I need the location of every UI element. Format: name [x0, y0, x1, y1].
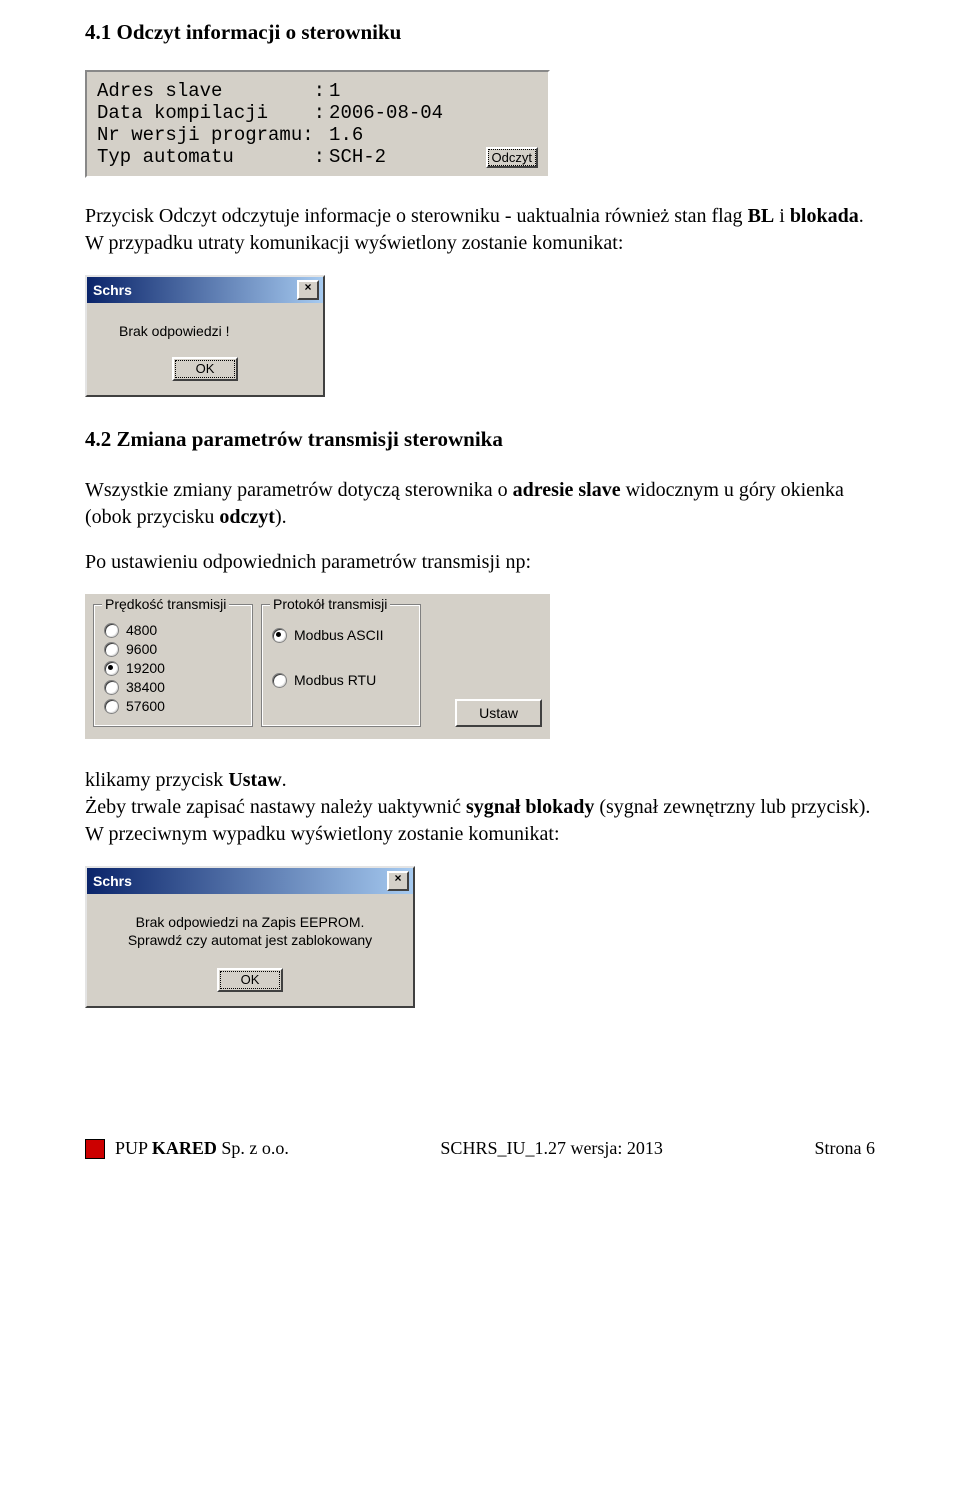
info-key: Adres slave : — [97, 80, 325, 102]
radio-icon — [104, 623, 119, 638]
info-val: SCH-2 — [325, 146, 443, 168]
text: . — [282, 769, 287, 791]
dialog-titlebar: Schrs × — [87, 277, 323, 303]
radio-icon — [104, 680, 119, 695]
radio-modbus-rtu[interactable]: Modbus RTU — [272, 672, 410, 688]
radio-icon — [272, 628, 287, 643]
text: klikamy przycisk — [85, 769, 228, 791]
close-icon[interactable]: × — [297, 280, 319, 300]
page-footer: PUP KARED Sp. z o.o. SCHRS_IU_1.27 wersj… — [85, 1138, 875, 1159]
radio-19200[interactable]: 19200 — [104, 660, 242, 676]
paragraph-click-ustaw: klikamy przycisk Ustaw. — [85, 767, 875, 794]
table-row: Typ automatu : SCH-2 — [97, 146, 443, 168]
controller-info-panel: Adres slave : 1 Data kompilacji : 2006-0… — [85, 70, 550, 178]
text: Żeby trwale zapisać nastawy należy uakty… — [85, 796, 466, 818]
ok-button[interactable]: OK — [217, 968, 284, 992]
radio-icon — [104, 661, 119, 676]
info-table: Adres slave : 1 Data kompilacji : 2006-0… — [97, 80, 443, 168]
radio-label: 4800 — [126, 622, 157, 638]
bold-ustaw: Ustaw — [228, 769, 281, 791]
read-button[interactable]: Odczyt — [486, 147, 538, 168]
radio-4800[interactable]: 4800 — [104, 622, 242, 638]
text: Sp. z o.o. — [217, 1138, 289, 1158]
radio-label: Modbus ASCII — [294, 627, 384, 643]
table-row: Adres slave : 1 — [97, 80, 443, 102]
radio-icon — [104, 642, 119, 657]
bold-adresie-slave: adresie slave — [513, 479, 621, 501]
dialog-message-line1: Brak odpowiedzi na Zapis EEPROM. — [101, 914, 399, 930]
bold-blokada: blokada — [790, 205, 859, 227]
radio-label: Modbus RTU — [294, 672, 376, 688]
radio-label: 57600 — [126, 698, 165, 714]
info-val: 1.6 — [325, 124, 443, 146]
radio-label: 19200 — [126, 660, 165, 676]
company-name: PUP KARED Sp. z o.o. — [115, 1138, 289, 1159]
dialog-message: Brak odpowiedzi ! — [119, 323, 309, 339]
radio-icon — [272, 673, 287, 688]
bold-odczyt: odczyt — [219, 506, 275, 528]
paragraph-4-1: Przycisk Odczyt odczytuje informacje o s… — [85, 203, 875, 257]
info-key: Data kompilacji : — [97, 102, 325, 124]
dialog-titlebar: Schrs × — [87, 868, 413, 894]
groupbox-legend-speed: Prędkość transmisji — [102, 596, 229, 612]
text: Wszystkie zmiany parametrów dotyczą ster… — [85, 479, 513, 501]
ok-button[interactable]: OK — [172, 357, 239, 381]
text: Przycisk Odczyt odczytuje informacje o s… — [85, 205, 748, 227]
dialog-title: Schrs — [93, 282, 132, 298]
text: PUP — [115, 1138, 152, 1158]
radio-38400[interactable]: 38400 — [104, 679, 242, 695]
heading-4-1: 4.1 Odczyt informacji o sterowniku — [85, 20, 875, 45]
page-number: Strona 6 — [814, 1138, 875, 1159]
footer-center: SCHRS_IU_1.27 wersja: 2013 — [440, 1138, 663, 1159]
paragraph-blokada: Żeby trwale zapisać nastawy należy uakty… — [85, 794, 875, 848]
close-icon[interactable]: × — [387, 871, 409, 891]
info-key: Typ automatu : — [97, 146, 325, 168]
groupbox-speed: Prędkość transmisji 4800 9600 19200 3840… — [93, 604, 253, 727]
info-val: 1 — [325, 80, 443, 102]
error-dialog-eeprom: Schrs × Brak odpowiedzi na Zapis EEPROM.… — [85, 866, 415, 1008]
dialog-title: Schrs — [93, 873, 132, 889]
text: i — [774, 205, 790, 227]
dialog-message-line2: Sprawdź czy automat jest zablokowany — [101, 932, 399, 948]
groupbox-protocol: Protokół transmisji Modbus ASCII Modbus … — [261, 604, 421, 727]
bold-bl: BL — [748, 205, 775, 227]
radio-icon — [104, 699, 119, 714]
radio-57600[interactable]: 57600 — [104, 698, 242, 714]
bold-kared: KARED — [152, 1138, 217, 1158]
set-button[interactable]: Ustaw — [455, 699, 542, 727]
text: ). — [275, 506, 287, 528]
groupbox-legend-protocol: Protokół transmisji — [270, 596, 390, 612]
heading-4-2: 4.2 Zmiana parametrów transmisji sterown… — [85, 427, 875, 452]
paragraph-4-2-a: Wszystkie zmiany parametrów dotyczą ster… — [85, 477, 875, 531]
company-logo-icon — [85, 1139, 105, 1159]
radio-modbus-ascii[interactable]: Modbus ASCII — [272, 627, 410, 643]
table-row: Nr wersji programu: 1.6 — [97, 124, 443, 146]
radio-label: 38400 — [126, 679, 165, 695]
bold-sygnal-blokady: sygnał blokady — [466, 796, 594, 818]
table-row: Data kompilacji : 2006-08-04 — [97, 102, 443, 124]
info-key: Nr wersji programu: — [97, 124, 325, 146]
info-val: 2006-08-04 — [325, 102, 443, 124]
error-dialog-no-response: Schrs × Brak odpowiedzi ! OK — [85, 275, 325, 397]
transmission-params-panel: Prędkość transmisji 4800 9600 19200 3840… — [85, 594, 550, 739]
radio-9600[interactable]: 9600 — [104, 641, 242, 657]
radio-label: 9600 — [126, 641, 157, 657]
paragraph-4-2-b: Po ustawieniu odpowiednich parametrów tr… — [85, 549, 875, 576]
